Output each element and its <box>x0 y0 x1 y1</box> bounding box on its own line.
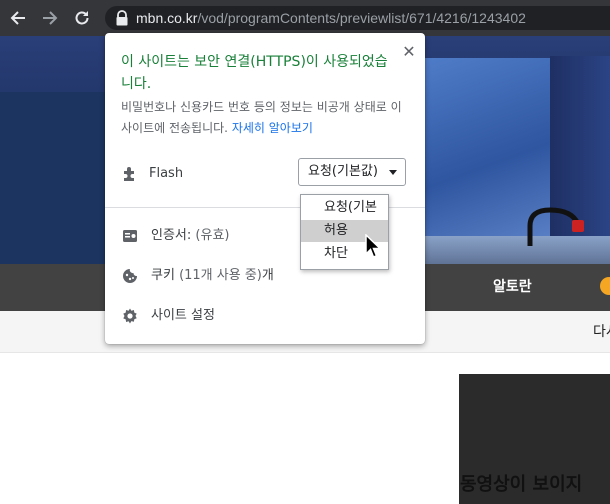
faucet-image <box>527 207 584 246</box>
certificate-status: (유효) <box>195 228 230 243</box>
cookies-suffix: 개 <box>261 268 274 283</box>
arrow-left-icon <box>10 11 25 25</box>
cookies-count: (11개 사용 중) <box>179 268 262 283</box>
puzzle-piece-icon <box>124 167 134 181</box>
cookie-icon <box>123 269 137 283</box>
flash-permission-select[interactable]: 요청(기본값) <box>298 158 406 186</box>
certificate-icon <box>123 230 137 242</box>
cookies-label: 쿠키 <box>151 268 180 283</box>
video-unavailable-message: 동영상이 보이지 <box>460 474 583 495</box>
url-path: /vod/programContents/previewlist/671/421… <box>197 10 526 26</box>
site-settings-link[interactable]: 사이트 설정 <box>151 307 215 325</box>
nav-item-altoran[interactable]: 알토란 <box>493 278 532 296</box>
reload-button[interactable] <box>71 7 93 29</box>
mouse-cursor-icon <box>365 234 382 258</box>
connection-description: 비밀번호나 신용카드 번호 등의 정보는 비공개 상태로 이 사이트에 전송됩니… <box>121 97 411 139</box>
chevron-down-icon <box>389 170 397 175</box>
learn-more-link[interactable]: 자세히 알아보기 <box>232 121 313 135</box>
close-icon[interactable]: ✕ <box>400 43 418 61</box>
connection-secure-title: 이 사이트는 보안 연결(HTTPS)이 사용되었습니다. <box>121 54 388 92</box>
forward-button[interactable] <box>39 7 61 29</box>
gear-icon <box>123 308 137 324</box>
certificate-label: 인증서: <box>151 228 196 243</box>
back-button[interactable] <box>7 7 29 29</box>
cookies-row[interactable]: 쿠키 (11개 사용 중)개 <box>151 267 274 285</box>
site-info-popup: 이 사이트는 보안 연결(HTTPS)이 사용되었습니다. ✕ 비밀번호나 신용… <box>105 33 425 344</box>
reload-icon <box>75 11 89 25</box>
flash-select-value: 요청(기본값) <box>308 164 378 179</box>
arrow-right-icon <box>43 11 58 25</box>
sub-nav-item[interactable]: 다시 <box>593 321 610 341</box>
browser-toolbar: mbn.co.kr/vod/programContents/previewlis… <box>0 0 610 36</box>
url-text[interactable]: mbn.co.kr/vod/programContents/previewlis… <box>136 9 526 27</box>
flash-permission-label: Flash <box>149 166 184 181</box>
option-ask-default[interactable]: 요청(기본값) <box>301 197 388 237</box>
certificate-row[interactable]: 인증서: (유효) <box>151 227 229 245</box>
lock-icon[interactable] <box>114 9 130 27</box>
url-host: mbn.co.kr <box>136 10 198 26</box>
